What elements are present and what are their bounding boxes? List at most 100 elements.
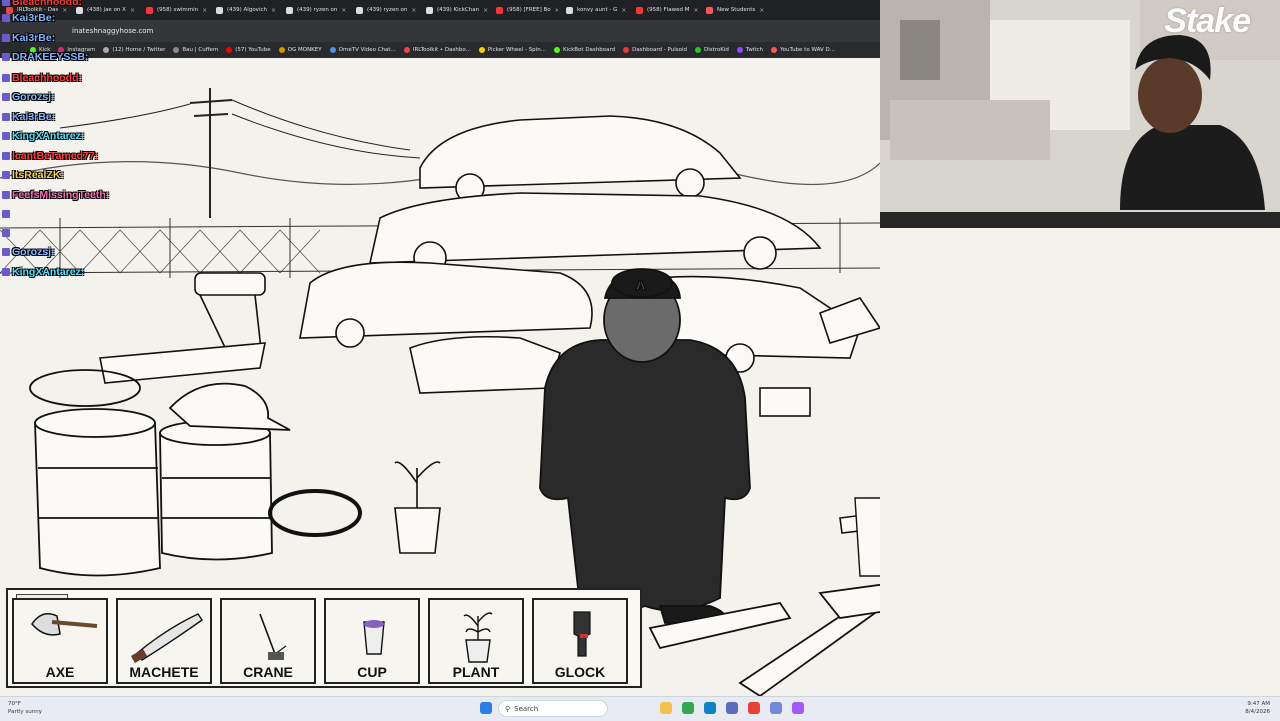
chat-username[interactable]: Kai3rBe: [12, 32, 55, 44]
chat-username[interactable]: Bleachhoodd: [12, 72, 82, 84]
chat-username[interactable]: KingXAntarez: [12, 130, 84, 142]
file-explorer-icon[interactable] [660, 702, 672, 714]
chat-message: ItsRealZK: [2, 169, 64, 181]
tab-favicon-icon [146, 6, 153, 14]
bookmark-item[interactable]: DistroKid [694, 47, 729, 53]
chat-username[interactable]: Gorozsj: [12, 91, 55, 103]
chat-username[interactable]: KingXAntarez: [12, 266, 84, 278]
bookmark-label: IRLToolkit • Dashbo... [412, 47, 471, 53]
bookmark-icon [173, 47, 180, 53]
url-text[interactable]: inateshnaggyhose.com [72, 27, 153, 35]
glock-icon [573, 611, 591, 657]
tab-label: konvy aunt - G [577, 7, 618, 13]
chat-badge-icon [2, 132, 10, 141]
browser-tab[interactable]: (439) Algovich × [210, 1, 278, 19]
tab-label: New Students [717, 7, 756, 13]
bookmark-item[interactable]: YouTube to WAV D... [771, 47, 835, 53]
bookmark-item[interactable]: Dashboard - Pulsoid [623, 47, 687, 53]
chat-message: IcantBeTamed77: [2, 150, 98, 162]
slot-label: PLANT [452, 664, 500, 680]
inventory-slot-plant[interactable]: PLANT [428, 598, 524, 684]
chat-badge-icon [2, 14, 10, 23]
chat-badge-icon [2, 248, 10, 257]
inventory-slot-machete[interactable]: MACHETE [116, 598, 212, 684]
chat-username[interactable]: Bleachhoodd: [12, 0, 82, 8]
browser-tab[interactable]: konvy aunt - G × [560, 1, 628, 19]
chat-username[interactable]: DRAKEEYSSB: [12, 51, 88, 63]
tab-close-icon[interactable]: × [341, 7, 346, 14]
tab-favicon-icon [566, 6, 573, 14]
slot-label: GLOCK [554, 664, 606, 680]
start-icon[interactable] [480, 702, 492, 714]
slot-label: CRANE [243, 664, 293, 680]
machete-icon [130, 613, 203, 663]
tab-close-icon[interactable]: × [411, 7, 416, 14]
chat-message [2, 208, 12, 220]
bookmark-icon [226, 47, 233, 53]
tab-close-icon[interactable]: × [271, 7, 276, 14]
chat-badge-icon [2, 229, 10, 238]
tab-close-icon[interactable]: × [202, 7, 207, 14]
chat-badge-icon [2, 0, 10, 7]
clock-date: 8/4/2026 [1245, 709, 1270, 715]
bookmark-item[interactable]: Bau | Cuffem [173, 47, 218, 53]
chat-message: Bleachhoodd: [2, 72, 82, 84]
chat-message: Gorozsj: [2, 246, 55, 258]
weather-desc: Partly sunny [8, 709, 42, 715]
chat-badge-icon [2, 34, 10, 43]
chat-username[interactable]: Gorozsj: [12, 246, 55, 258]
chat-badge-icon [2, 171, 10, 180]
edge-icon[interactable] [704, 702, 716, 714]
app-icon[interactable] [792, 702, 804, 714]
tab-close-icon[interactable]: × [621, 7, 626, 14]
chat-badge-icon [2, 152, 10, 161]
browser-tab[interactable]: (439) ryzen on × [350, 1, 418, 19]
chrome-icon[interactable] [682, 702, 694, 714]
tab-close-icon[interactable]: × [555, 7, 558, 14]
tab-close-icon[interactable]: × [693, 7, 698, 14]
system-clock[interactable]: 9:47 AM 8/4/2026 [1245, 700, 1270, 716]
bookmark-item[interactable]: Picker Wheel - Spin... [478, 47, 546, 53]
bookmark-icon [329, 47, 336, 53]
address-bar[interactable]: inateshnaggyhose.com [0, 20, 880, 42]
tab-favicon-icon [636, 6, 643, 14]
chat-message: Bleachhoodd: [2, 0, 82, 8]
chat-username[interactable]: FeefsMissingTeeth: [12, 189, 109, 201]
weather-widget[interactable]: 70°F Partly sunny [8, 700, 42, 716]
browser-tab[interactable]: (958) Flawed M × [630, 1, 698, 19]
bookmark-label: Picker Wheel - Spin... [487, 47, 546, 53]
tab-close-icon[interactable]: × [759, 7, 764, 14]
bookmark-item[interactable]: IRLToolkit • Dashbo... [403, 47, 471, 53]
chat-message: DRAKEEYSSB: [2, 51, 88, 63]
browser-icon[interactable] [748, 702, 760, 714]
tab-close-icon[interactable]: × [483, 7, 488, 14]
tab-favicon-icon [426, 6, 433, 14]
taskbar: 70°F Partly sunny ⚲ Search 9:47 AM 8/4/2… [0, 696, 1280, 721]
bookmark-label: OG MONKEY [287, 47, 322, 53]
tab-close-icon[interactable]: × [130, 7, 135, 14]
inventory-slot-crane[interactable]: CRANE [220, 598, 316, 684]
inventory-slot-glock[interactable]: GLOCK [532, 598, 628, 684]
browser-tab[interactable]: (439) KickChan × [420, 1, 488, 19]
bookmark-item[interactable]: OG MONKEY [278, 47, 322, 53]
browser-tab[interactable]: (958) [FREE] Bo × [490, 1, 558, 19]
bookmark-item[interactable]: (12) Home / Twitter [103, 47, 165, 53]
store-icon[interactable] [726, 702, 738, 714]
taskbar-search[interactable]: ⚲ Search [498, 700, 608, 717]
browser-tab[interactable]: (958) swimmin × [140, 1, 208, 19]
discord-icon[interactable] [770, 702, 782, 714]
inventory-slot-axe[interactable]: AXE [12, 598, 108, 684]
chat-username[interactable]: Kai3rBe: [12, 111, 55, 123]
browser-tab[interactable]: (439) ryzen on × [280, 1, 348, 19]
bookmark-item[interactable]: KickBot Dashboard [553, 47, 615, 53]
bookmark-icon [623, 47, 630, 53]
chat-username[interactable]: IcantBeTamed77: [12, 150, 98, 162]
bookmark-item[interactable]: (57) YouTube [226, 47, 271, 53]
chat-username[interactable]: Kai3rBe: [12, 12, 55, 24]
bookmark-item[interactable]: OmeTV Video Chat... [329, 47, 396, 53]
chat-username[interactable]: ItsRealZK: [12, 169, 64, 181]
svg-text:A: A [636, 279, 646, 293]
inventory-slot-cup[interactable]: CUP [324, 598, 420, 684]
browser-tab[interactable]: New Students × [700, 1, 768, 19]
bookmark-item[interactable]: Twitch [736, 47, 763, 53]
